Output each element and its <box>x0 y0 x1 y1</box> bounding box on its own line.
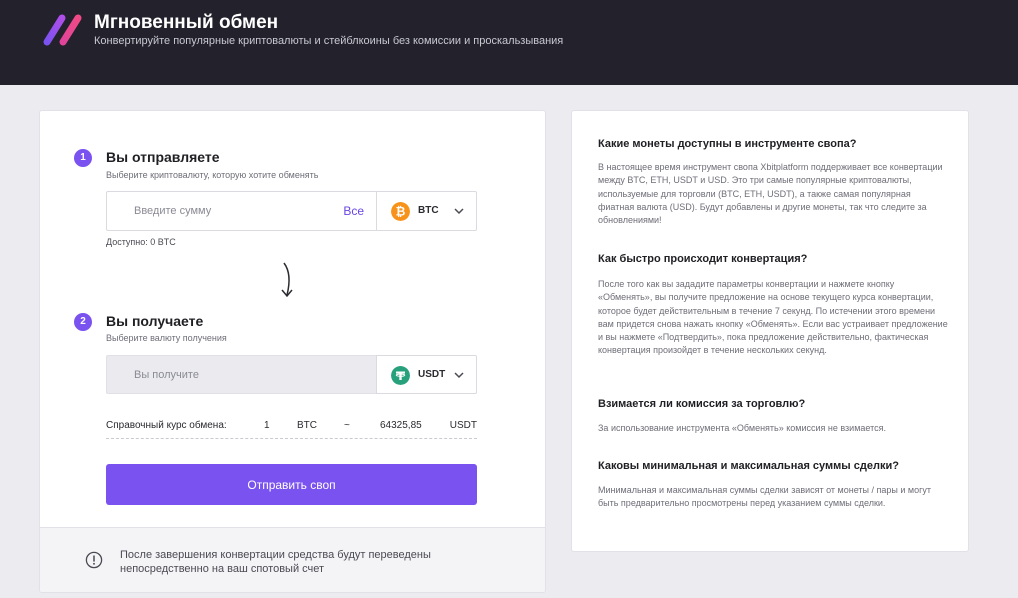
footer-note-text: После завершения конвертации средства бу… <box>120 549 431 575</box>
faq-question: Каковы минимальная и максимальная суммы … <box>598 460 899 472</box>
available-balance: Доступно: 0 BTC <box>106 237 176 247</box>
faq-question: Как быстро происходит конвертация? <box>598 253 808 265</box>
rate-to-coin: USDT <box>449 420 477 431</box>
step-1-badge: 1 <box>74 149 92 167</box>
receive-coin-select[interactable]: USDT <box>376 355 477 394</box>
max-amount-button[interactable]: Все <box>343 204 364 218</box>
faq-answer: В настоящее время инструмент свопа Xbitp… <box>598 162 943 226</box>
page-title: Мгновенный обмен <box>94 12 279 33</box>
receive-hint: Выберите валюту получения <box>106 333 227 343</box>
page-header: Мгновенный обмен Конвертируйте популярны… <box>0 0 1018 85</box>
rate-approx: ~ <box>344 420 350 431</box>
rate-value: 64325,85 <box>380 420 422 431</box>
send-amount-input[interactable] <box>107 192 317 230</box>
receive-coin-label: USDT <box>418 369 446 380</box>
receive-amount-input <box>107 356 367 393</box>
faq-answer: Минимальная и максимальная суммы сделки … <box>598 485 931 509</box>
faq-question: Какие монеты доступны в инструменте своп… <box>598 138 857 150</box>
faq-question: Взимается ли комиссия за торговлю? <box>598 398 806 410</box>
step-2-badge: 2 <box>74 313 92 331</box>
arrow-down-icon <box>281 262 293 298</box>
info-icon <box>85 551 103 569</box>
chevron-down-icon <box>454 372 464 379</box>
faq-answer: После того как вы зададите параметры кон… <box>598 279 948 356</box>
exchange-rate-row: Справочный курс обмена: 1 BTC ~ 64325,85… <box>106 411 477 439</box>
receive-amount-field <box>106 355 376 394</box>
swap-form-card: 1 Вы отправляете Выберите криптовалюту, … <box>39 110 546 593</box>
bitcoin-icon: ₿ <box>391 202 410 221</box>
send-coin-label: BTC <box>418 205 439 216</box>
rate-amount: 1 <box>264 420 270 431</box>
logo-icon <box>43 14 82 46</box>
footer-note: После завершения конвертации средства бу… <box>40 527 545 592</box>
send-amount-field: Все <box>106 191 376 231</box>
svg-text:₿: ₿ <box>396 205 406 219</box>
faq-answer: За использование инструмента «Обменять» … <box>598 423 887 433</box>
tether-icon <box>391 366 410 385</box>
rate-label: Справочный курс обмена: <box>106 420 227 431</box>
send-title: Вы отправляете <box>106 149 220 165</box>
receive-title: Вы получаете <box>106 313 204 329</box>
page-subtitle: Конвертируйте популярные криптовалюты и … <box>94 35 564 47</box>
submit-swap-button[interactable]: Отправить своп <box>106 464 477 505</box>
faq-card: Какие монеты доступны в инструменте своп… <box>571 110 969 552</box>
send-hint: Выберите криптовалюту, которую хотите об… <box>106 170 319 180</box>
send-coin-select[interactable]: ₿ BTC <box>376 191 477 231</box>
rate-from-coin: BTC <box>297 420 317 431</box>
chevron-down-icon <box>454 208 464 215</box>
